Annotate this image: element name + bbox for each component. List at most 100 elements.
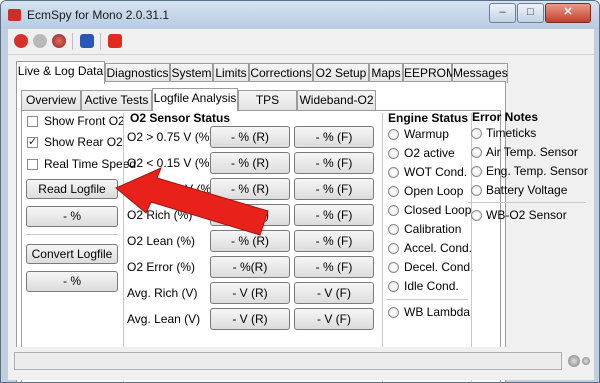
tab-diagnostics[interactable]: Diagnostics: [105, 63, 170, 83]
read-logfile-button[interactable]: Read Logfile: [26, 179, 118, 199]
convert-logfile-button[interactable]: Convert Logfile: [26, 244, 118, 264]
air-temp-sensor-indicator: [471, 147, 482, 158]
status-message-field: [14, 352, 562, 370]
toolbar-separator: [100, 33, 101, 50]
warmup-indicator: [388, 129, 399, 140]
o2-row-label: O2 Error (%): [127, 260, 196, 274]
tab-live-log-data[interactable]: Live & Log Data: [16, 61, 105, 84]
o2-front-value: - % (F): [294, 256, 374, 278]
wb-o2-sensor-label: WB-O2 Sensor: [486, 208, 567, 222]
live-log-panel: Overview Active Tests Logfile Analysis T…: [16, 81, 506, 382]
accel-cond-indicator: [388, 243, 399, 254]
decel-cond-label: Decel. Cond.: [404, 260, 474, 274]
calibration-label: Calibration: [404, 222, 462, 236]
tab-system[interactable]: System: [170, 63, 213, 83]
o2-row-label: O2 Lean (%): [127, 234, 196, 248]
eng-temp-sensor-indicator: [471, 166, 482, 177]
record-icon[interactable]: [14, 34, 28, 48]
wb-lambda-label: WB Lambda: [404, 305, 471, 319]
stop-icon[interactable]: [52, 34, 66, 48]
accel-cond-label: Accel. Cond.: [404, 241, 473, 255]
maximize-button[interactable]: □: [517, 3, 544, 23]
air-temp-sensor-label: Air Temp. Sensor: [486, 145, 578, 159]
main-tab-bar: Live & Log Data Diagnostics System Limit…: [16, 61, 516, 84]
o2-rear-value: - % (R): [210, 178, 290, 200]
tab-active-tests[interactable]: Active Tests: [81, 90, 152, 110]
o2-row-label: Avg. Lean (V): [127, 312, 201, 326]
wb-lambda-indicator: [388, 307, 399, 318]
status-bar: [8, 347, 594, 380]
wb-o2-sensor-indicator: [471, 210, 482, 221]
o2-rear-value: - % (R): [210, 152, 290, 174]
tab-maps[interactable]: Maps: [369, 63, 403, 83]
connection-status-icon: [568, 355, 580, 367]
o2-row-label: O2 < 0.15 V (%): [127, 156, 214, 170]
info-icon[interactable]: [80, 34, 94, 48]
toolbar: [8, 29, 594, 55]
tab-eeprom[interactable]: EEPROM: [403, 63, 456, 83]
o2-row-label: Avg. Rich (V): [127, 286, 198, 300]
tab-o2-setup[interactable]: O2 Setup: [313, 63, 369, 83]
divider: [468, 202, 586, 203]
open-loop-label: Open Loop: [404, 184, 464, 198]
app-window: EcmSpy for Mono 2.0.31.1 – □ ✕ Live & Lo…: [0, 0, 600, 383]
power-icon[interactable]: [108, 34, 122, 48]
wot-cond-label: WOT Cond.: [404, 165, 468, 179]
real-time-speed-checkbox[interactable]: [27, 159, 38, 170]
show-front-o2-checkbox[interactable]: [27, 116, 38, 127]
app-logo-icon: [8, 9, 21, 21]
read-progress-display: - %: [26, 206, 118, 227]
timeticks-label: Timeticks: [486, 126, 537, 140]
logfile-analysis-panel: Show Front O2 Show Rear O2 Real Time Spe…: [21, 110, 501, 382]
tab-corrections[interactable]: Corrections: [249, 63, 313, 83]
tab-limits[interactable]: Limits: [213, 63, 249, 83]
closed-loop-indicator: [388, 205, 399, 216]
error-notes-heading: Error Notes: [472, 110, 539, 124]
o2-active-indicator: [388, 148, 399, 159]
open-loop-indicator: [388, 186, 399, 197]
eng-temp-sensor-label: Eng. Temp. Sensor: [486, 164, 588, 178]
divider: [382, 113, 383, 382]
o2-front-value: - % (F): [294, 178, 374, 200]
tab-logfile-analysis[interactable]: Logfile Analysis: [152, 88, 238, 111]
show-front-o2-label: Show Front O2: [44, 114, 125, 128]
idle-cond-indicator: [388, 281, 399, 292]
close-button[interactable]: ✕: [545, 3, 591, 23]
o2-front-value: - % (F): [294, 126, 374, 148]
tab-tps-reset[interactable]: TPS Reset: [238, 90, 297, 125]
minimize-button[interactable]: –: [489, 3, 516, 23]
calibration-indicator: [388, 224, 399, 235]
o2-rear-value: - % (R): [210, 126, 290, 148]
o2-rear-value: - V (R): [210, 282, 290, 304]
client-area: Live & Log Data Diagnostics System Limit…: [8, 29, 594, 382]
divider: [386, 299, 468, 300]
battery-voltage-indicator: [471, 185, 482, 196]
sub-tab-bar: Overview Active Tests Logfile Analysis T…: [21, 88, 481, 125]
o2-front-value: - V (F): [294, 308, 374, 330]
toolbar-separator: [72, 33, 73, 50]
tab-overview[interactable]: Overview: [21, 90, 81, 110]
settings-icon[interactable]: [33, 34, 47, 48]
tab-wideband-o2[interactable]: Wideband-O2: [297, 90, 376, 110]
timeticks-indicator: [471, 128, 482, 139]
o2-front-value: - % (F): [294, 152, 374, 174]
battery-voltage-label: Battery Voltage: [486, 183, 568, 197]
activity-status-icon: [582, 357, 590, 365]
engine-status-heading: Engine Status: [388, 111, 469, 125]
o2-row-label: O2 > 0.75 V (%): [127, 130, 214, 144]
title-bar: EcmSpy for Mono 2.0.31.1 – □ ✕: [1, 1, 599, 29]
o2-row-label: O2 Rich (%): [127, 208, 193, 222]
divider: [123, 113, 124, 382]
o2-front-value: - % (F): [294, 204, 374, 226]
show-rear-o2-checkbox[interactable]: [27, 135, 38, 148]
convert-progress-display: - %: [26, 271, 118, 292]
o2-rear-value: - %(R): [210, 256, 290, 278]
o2-rear-value: - % (R): [210, 230, 290, 252]
o2-row-label: Diff > 0.45 V (%): [127, 182, 216, 196]
window-title: EcmSpy for Mono 2.0.31.1: [27, 8, 170, 22]
idle-cond-label: Idle Cond.: [404, 279, 459, 293]
wot-cond-indicator: [388, 167, 399, 178]
tab-messages[interactable]: Messages: [452, 63, 508, 83]
closed-loop-label: Closed Loop: [404, 203, 472, 217]
warmup-label: Warmup: [404, 127, 449, 141]
